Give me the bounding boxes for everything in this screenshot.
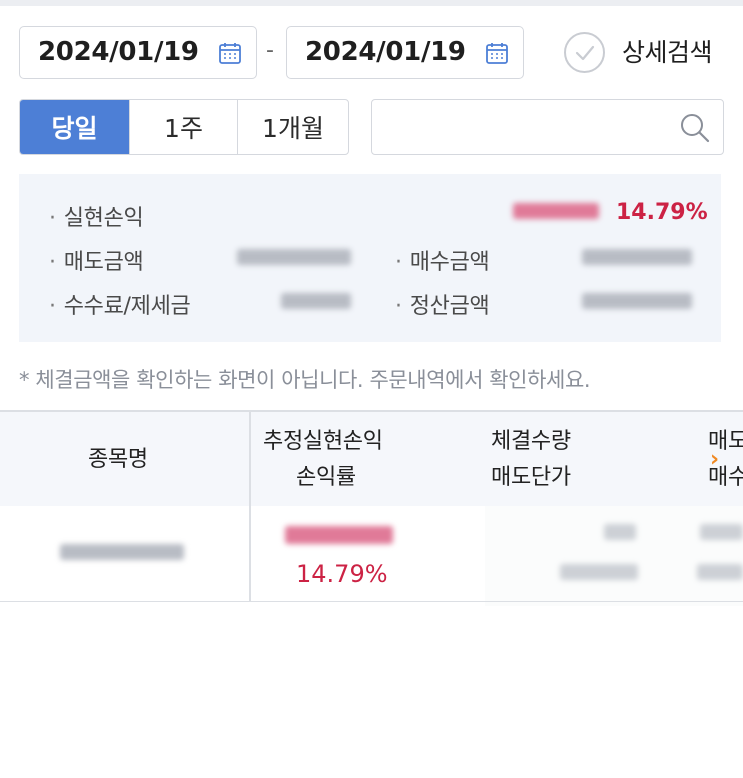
realized-pl-rate: 14.79%: [616, 200, 708, 225]
row-stock-name-masked[interactable]: [60, 544, 184, 560]
realized-pl-label: 실현손익: [63, 206, 144, 231]
settlement-masked: [582, 293, 692, 309]
settlement-row: · 정산금액: [395, 294, 490, 319]
sell-amount-row: · 매도금액: [49, 250, 144, 275]
end-date-value: 2024/01/19: [305, 37, 466, 67]
fee-tax-masked: [281, 293, 351, 309]
chevron-right-icon[interactable]: ›: [710, 447, 719, 472]
buy-amount-masked: [582, 249, 692, 265]
column-divider: [249, 410, 251, 602]
calendar-icon: [485, 41, 509, 65]
row-est-pl-masked: [285, 526, 393, 544]
fee-tax-row: · 수수료/제세금: [49, 294, 191, 319]
header-stock-name: 종목명: [88, 447, 148, 472]
buy-amount-label: 매수금액: [409, 250, 490, 275]
stock-search-input[interactable]: [372, 100, 672, 154]
end-date-field[interactable]: 2024/01/19: [286, 26, 524, 79]
row-pl-rate: 14.79%: [296, 560, 388, 588]
start-date-value: 2024/01/19: [38, 37, 199, 67]
row-divider: [0, 601, 743, 602]
sell-amount-label: 매도금액: [63, 250, 144, 275]
top-strip: [0, 0, 743, 6]
scroll-fade-overlay: [485, 506, 743, 606]
period-selector: 당일 1주 1개월: [19, 99, 349, 155]
date-separator: -: [266, 38, 274, 63]
summary-panel: · 실현손익 14.79% · 매도금액 · 매수금액 · 수수료/제세금 · 정산금액: [19, 174, 721, 342]
start-date-field[interactable]: 2024/01/19: [19, 26, 257, 79]
header-pl-rate: 손익률: [296, 465, 356, 490]
period-1week-button[interactable]: 1주: [130, 100, 238, 154]
search-icon[interactable]: [679, 112, 711, 148]
check-circle-icon[interactable]: [564, 32, 605, 73]
realized-pl-row: · 실현손익: [49, 206, 144, 231]
settlement-label: 정산금액: [409, 294, 490, 319]
calendar-icon: [218, 41, 242, 65]
detail-search-label[interactable]: 상세검색: [622, 33, 713, 69]
header-est-pl: 추정실현손익: [263, 429, 383, 454]
buy-amount-row: · 매수금액: [395, 250, 490, 275]
period-1month-button[interactable]: 1개월: [238, 100, 348, 154]
sell-amount-masked: [237, 249, 351, 265]
stock-search-box: [371, 99, 724, 155]
header-exec-qty: 체결수량: [491, 429, 571, 454]
period-today-button[interactable]: 당일: [20, 100, 130, 154]
header-sell-price: 매도단가: [491, 465, 571, 490]
realized-pl-amount-masked: [513, 203, 599, 219]
notice-text: * 체결금액을 확인하는 화면이 아닙니다. 주문내역에서 확인하세요.: [19, 368, 591, 392]
fee-tax-label: 수수료/제세금: [63, 294, 191, 319]
